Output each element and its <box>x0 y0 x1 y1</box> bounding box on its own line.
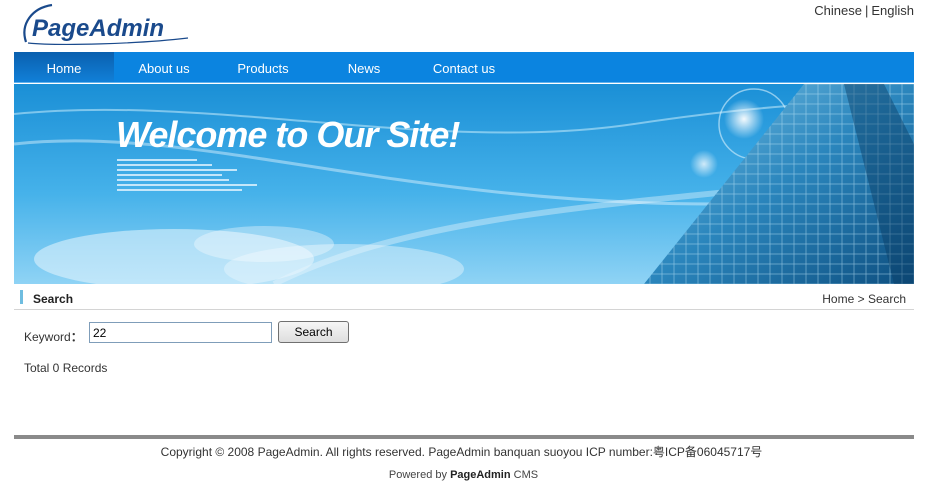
lang-separator: | <box>864 3 869 18</box>
copyright-text: Copyright © 2008 PageAdmin. All rights r… <box>160 445 763 459</box>
results-count: Total 0 Records <box>24 361 108 375</box>
nav-item-home[interactable]: Home <box>14 52 114 82</box>
nav-item-news[interactable]: News <box>314 52 414 82</box>
breadcrumb-current: Search <box>867 292 906 306</box>
powered-suffix: CMS <box>510 469 539 481</box>
page: PageAdmin Chinese | English Home About us … <box>0 0 933 493</box>
breadcrumb-home-link[interactable]: Home <box>822 292 854 306</box>
powered-by: Powered by PageAdmin CMS <box>0 469 927 481</box>
logo-text: PageAdmin <box>32 15 164 42</box>
keyword-label: Keyword： <box>24 328 83 345</box>
keyword-input[interactable] <box>89 322 272 343</box>
breadcrumb: Home > Search <box>822 292 906 306</box>
nav-item-contact-us[interactable]: Contact us <box>414 52 514 82</box>
section-title: Search <box>33 292 74 306</box>
welcome-banner: Welcome to Our Site! <box>14 84 914 284</box>
footer-divider <box>14 435 914 439</box>
lang-english-link[interactable]: English <box>871 3 914 18</box>
main-nav: Home About us Products News Contact us <box>14 52 914 83</box>
search-button[interactable]: Search <box>278 321 349 343</box>
powered-prefix: Powered by <box>388 469 451 481</box>
keyword-label-colon: ： <box>70 330 83 344</box>
section-marker <box>20 290 23 304</box>
language-switcher: Chinese | English <box>814 3 914 18</box>
keyword-label-text: Keyword <box>24 330 71 344</box>
nav-item-about-us[interactable]: About us <box>114 52 214 82</box>
lang-chinese-link[interactable]: Chinese <box>814 3 862 18</box>
powered-brand: PageAdmin <box>450 469 511 481</box>
pageadmin-logo[interactable]: PageAdmin <box>18 2 193 48</box>
breadcrumb-separator: > <box>857 292 865 306</box>
banner-headline: Welcome to Our Site! <box>116 114 460 155</box>
nav-item-products[interactable]: Products <box>214 52 312 82</box>
search-section-header: Search Home > Search <box>14 287 914 310</box>
